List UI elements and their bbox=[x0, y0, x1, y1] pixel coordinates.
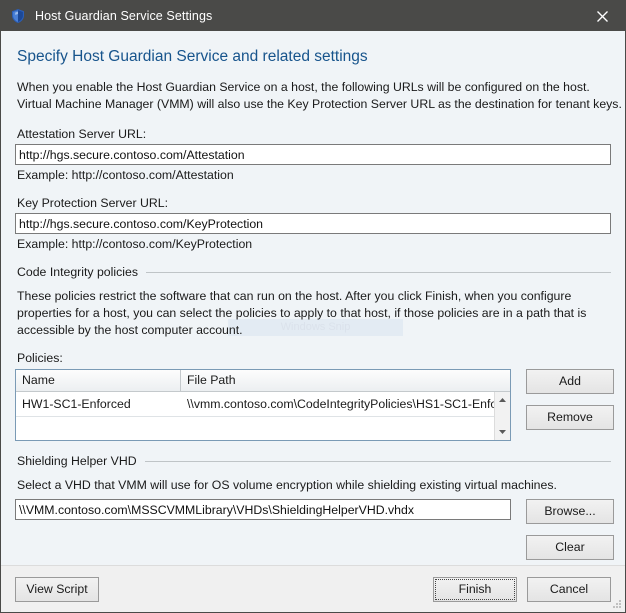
dialog-body: Specify Host Guardian Service and relate… bbox=[1, 31, 625, 565]
cell-name: HW1-SC1-Enforced bbox=[22, 397, 131, 411]
add-button[interactable]: Add bbox=[526, 369, 614, 394]
shielding-description: Select a VHD that VMM will use for OS vo… bbox=[17, 477, 611, 494]
code-integrity-group: Code Integrity policies Windows Snip The… bbox=[15, 265, 614, 441]
shielding-group-label: Shielding Helper VHD bbox=[17, 454, 137, 468]
table-row-empty[interactable] bbox=[16, 416, 510, 440]
policies-table: Name File Path HW1-SC1-Enforced \\vmm.co… bbox=[15, 369, 511, 441]
cell-file-path-empty bbox=[181, 422, 510, 436]
policies-table-body: HW1-SC1-Enforced \\vmm.contoso.com\CodeI… bbox=[16, 392, 510, 440]
code-integrity-line-2: properties for a host, you can select th… bbox=[17, 306, 587, 320]
footer-primary-actions: Finish Cancel bbox=[433, 576, 611, 602]
code-integrity-group-label: Code Integrity policies bbox=[17, 265, 138, 279]
remove-button[interactable]: Remove bbox=[526, 405, 614, 430]
window-title: Host Guardian Service Settings bbox=[35, 9, 213, 23]
group-divider bbox=[145, 271, 611, 273]
group-divider bbox=[144, 460, 611, 462]
attestation-server-group: Attestation Server URL: Example: http://… bbox=[15, 127, 611, 182]
vhd-actions: Browse... Clear bbox=[526, 499, 614, 560]
policies-scrollbar[interactable] bbox=[494, 392, 510, 440]
intro-line-1: When you enable the Host Guardian Servic… bbox=[17, 80, 590, 94]
cell-file-path: \\vmm.contoso.com\CodeIntegrityPolicies\… bbox=[187, 397, 508, 411]
view-script-button[interactable]: View Script bbox=[15, 576, 99, 602]
host-guardian-settings-dialog: Host Guardian Service Settings Specify H… bbox=[0, 0, 626, 613]
attestation-server-label: Attestation Server URL: bbox=[17, 127, 147, 141]
cancel-button[interactable]: Cancel bbox=[527, 576, 611, 602]
attestation-server-input[interactable] bbox=[15, 144, 611, 165]
scroll-up-arrow-icon[interactable] bbox=[495, 392, 510, 408]
key-protection-server-input[interactable] bbox=[15, 213, 611, 234]
shielding-helper-vhd-input[interactable] bbox=[15, 499, 511, 520]
policies-table-header: Name File Path bbox=[16, 370, 510, 392]
code-integrity-group-header: Code Integrity policies bbox=[17, 265, 611, 279]
browse-button[interactable]: Browse... bbox=[526, 499, 614, 524]
shield-icon bbox=[10, 8, 26, 24]
attestation-server-hint: Example: http://contoso.com/Attestation bbox=[17, 168, 234, 182]
clear-button[interactable]: Clear bbox=[526, 535, 614, 560]
scroll-down-arrow-icon[interactable] bbox=[495, 424, 510, 440]
dialog-footer: View Script Finish Cancel bbox=[1, 565, 625, 612]
intro-line-2: Virtual Machine Manager (VMM) will also … bbox=[17, 97, 622, 111]
policies-row: Name File Path HW1-SC1-Enforced \\vmm.co… bbox=[15, 369, 614, 441]
close-icon[interactable] bbox=[580, 1, 625, 31]
page-title: Specify Host Guardian Service and relate… bbox=[17, 48, 368, 65]
vhd-input-wrap bbox=[15, 499, 511, 520]
title-bar: Host Guardian Service Settings bbox=[1, 1, 625, 31]
resize-grip-icon[interactable] bbox=[610, 598, 622, 610]
policies-label: Policies: bbox=[17, 351, 63, 365]
key-protection-server-group: Key Protection Server URL: Example: http… bbox=[15, 196, 611, 251]
policies-actions: Add Remove bbox=[526, 369, 614, 430]
shielding-group-header: Shielding Helper VHD bbox=[17, 454, 611, 468]
shielding-helper-vhd-group: Shielding Helper VHD Select a VHD that V… bbox=[15, 454, 614, 560]
code-integrity-line-1: These policies restrict the software tha… bbox=[17, 289, 572, 303]
code-integrity-description: These policies restrict the software tha… bbox=[17, 288, 611, 339]
cell-name-empty bbox=[16, 422, 181, 436]
finish-button[interactable]: Finish bbox=[433, 576, 517, 602]
intro-text: When you enable the Host Guardian Servic… bbox=[17, 79, 622, 113]
code-integrity-line-3: accessible by the host computer account. bbox=[17, 323, 243, 337]
column-header-name[interactable]: Name bbox=[16, 370, 181, 391]
column-header-file-path[interactable]: File Path bbox=[181, 370, 510, 391]
shielding-description-line: Select a VHD that VMM will use for OS vo… bbox=[17, 478, 557, 492]
key-protection-server-label: Key Protection Server URL: bbox=[17, 196, 169, 210]
key-protection-server-hint: Example: http://contoso.com/KeyProtectio… bbox=[17, 237, 253, 251]
vhd-row: Browse... Clear bbox=[15, 499, 614, 560]
table-row[interactable]: HW1-SC1-Enforced \\vmm.contoso.com\CodeI… bbox=[16, 392, 510, 416]
